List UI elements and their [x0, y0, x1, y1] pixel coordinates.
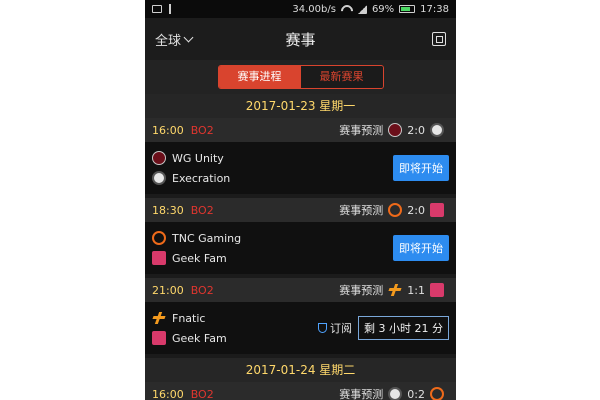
execration-logo-icon	[152, 171, 166, 185]
starting-soon-button[interactable]: 即将开始	[393, 155, 449, 181]
match-card[interactable]: TNC Gaming Geek Fam 即将开始	[145, 222, 456, 278]
tnc-logo-icon	[388, 203, 403, 217]
wg-unity-logo-icon	[388, 123, 403, 137]
team-row: Fnatic	[152, 311, 318, 325]
match-header: 21:00 BO2 赛事预测 1:1	[145, 278, 456, 302]
phone-screen: 34.00b/s 69% 17:38 全球 赛事 赛事进程 最新赛果 2017-…	[145, 0, 456, 400]
usb-icon	[167, 4, 173, 14]
prediction-score: 2:0	[407, 203, 425, 217]
execration-logo-icon	[388, 387, 403, 400]
signal-icon	[357, 4, 367, 14]
geek-fam-logo-icon	[152, 331, 166, 345]
subscribe-button[interactable]: 订阅	[318, 320, 352, 336]
status-bar: 34.00b/s 69% 17:38	[145, 0, 456, 18]
tab-latest-results[interactable]: 最新赛果	[300, 66, 383, 88]
geek-fam-logo-icon	[430, 283, 444, 297]
team-name: Fnatic	[172, 311, 206, 325]
team-row: TNC Gaming	[152, 231, 393, 245]
team-row: WG Unity	[152, 151, 393, 165]
prediction-score: 0:2	[407, 387, 425, 400]
clock: 17:38	[420, 3, 449, 15]
tnc-logo-icon	[430, 387, 444, 400]
tab-bar: 赛事进程 最新赛果	[145, 60, 456, 94]
tnc-logo-icon	[152, 231, 166, 245]
team-name: TNC Gaming	[172, 231, 242, 245]
team-name: Execration	[172, 171, 231, 185]
subscribe-label: 订阅	[330, 322, 353, 335]
team-name: Geek Fam	[172, 251, 227, 265]
prediction-link[interactable]: 赛事预测	[339, 386, 383, 400]
countdown-badge: 剩 3 小时 21 分	[358, 316, 449, 340]
team-row: Execration	[152, 171, 393, 185]
match-card[interactable]: WG Unity Execration 即将开始	[145, 142, 456, 198]
team-row: Geek Fam	[152, 251, 393, 265]
team-name: Geek Fam	[172, 331, 227, 345]
fnatic-logo-icon	[152, 311, 166, 325]
image-icon	[152, 5, 162, 13]
match-header: 18:30 BO2 赛事预测 2:0	[145, 198, 456, 222]
match-time: 16:00	[152, 387, 184, 400]
geek-fam-logo-icon	[152, 251, 166, 265]
shield-check-icon	[318, 323, 328, 333]
geek-fam-logo-icon	[430, 203, 444, 217]
prediction-link[interactable]: 赛事预测	[339, 202, 383, 218]
fnatic-logo-icon	[388, 283, 402, 297]
prediction-link[interactable]: 赛事预测	[339, 282, 383, 298]
prediction-score: 1:1	[407, 283, 425, 297]
execration-logo-icon	[430, 123, 444, 137]
match-header: 16:00 BO2 赛事预测 0:2	[145, 382, 456, 400]
starting-soon-button[interactable]: 即将开始	[393, 235, 449, 261]
match-time: 21:00	[152, 283, 184, 297]
match-format: BO2	[190, 123, 214, 137]
app-header: 全球 赛事	[145, 18, 456, 60]
network-speed: 34.00b/s	[292, 3, 336, 15]
date-header: 2017-01-24 星期二	[145, 358, 456, 382]
team-name: WG Unity	[172, 151, 224, 165]
match-card[interactable]: Fnatic Geek Fam 订阅 剩 3 小时 21 分	[145, 302, 456, 358]
tab-in-progress[interactable]: 赛事进程	[218, 66, 301, 88]
prediction-score: 2:0	[407, 123, 425, 137]
battery-icon	[399, 5, 416, 13]
date-header: 2017-01-23 星期一	[145, 94, 456, 118]
match-format: BO2	[190, 283, 214, 297]
wg-unity-logo-icon	[152, 151, 166, 165]
calendar-icon[interactable]	[432, 32, 446, 46]
match-format: BO2	[190, 387, 214, 400]
match-time: 16:00	[152, 123, 184, 137]
team-row: Geek Fam	[152, 331, 318, 345]
prediction-link[interactable]: 赛事预测	[339, 122, 383, 138]
match-header: 16:00 BO2 赛事预测 2:0	[145, 118, 456, 142]
match-time: 18:30	[152, 203, 184, 217]
region-selector[interactable]: 全球	[155, 30, 194, 49]
region-label: 全球	[155, 33, 182, 49]
chevron-down-icon	[183, 32, 194, 42]
battery-percent: 69%	[371, 3, 395, 15]
wifi-icon	[341, 5, 353, 13]
match-format: BO2	[190, 203, 214, 217]
